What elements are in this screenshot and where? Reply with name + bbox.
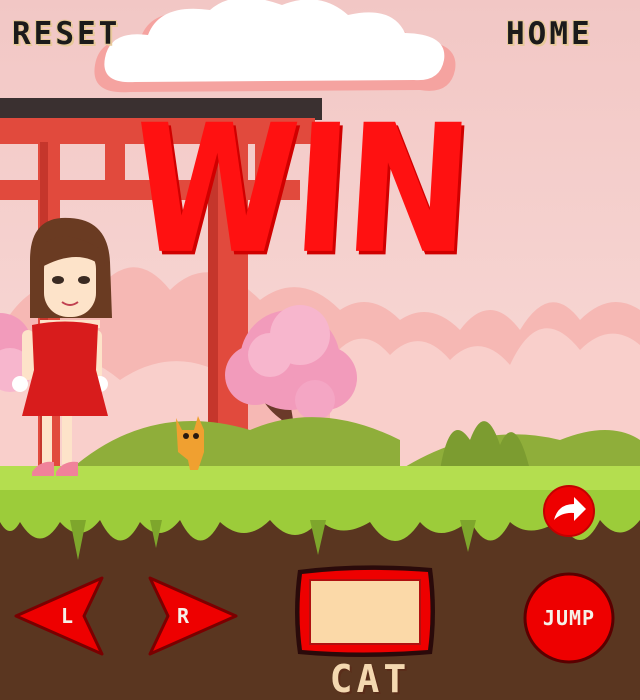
jump-button[interactable]: JUMP (522, 571, 616, 665)
jump-button-label: JUMP (543, 606, 595, 630)
win-banner: WIN (126, 88, 474, 294)
right-button-label: R (177, 604, 190, 628)
game-stage: RESET HOME WIN L R CAT JUMP (0, 0, 640, 700)
left-button-label: L (61, 604, 73, 628)
inventory-card[interactable] (292, 562, 438, 660)
move-right-button[interactable]: R (146, 576, 238, 656)
home-button[interactable]: HOME (506, 16, 593, 52)
move-left-button[interactable]: L (14, 576, 106, 656)
inventory-caption: CAT (329, 657, 411, 700)
share-button[interactable] (542, 484, 596, 538)
reset-button[interactable]: RESET (12, 16, 120, 52)
